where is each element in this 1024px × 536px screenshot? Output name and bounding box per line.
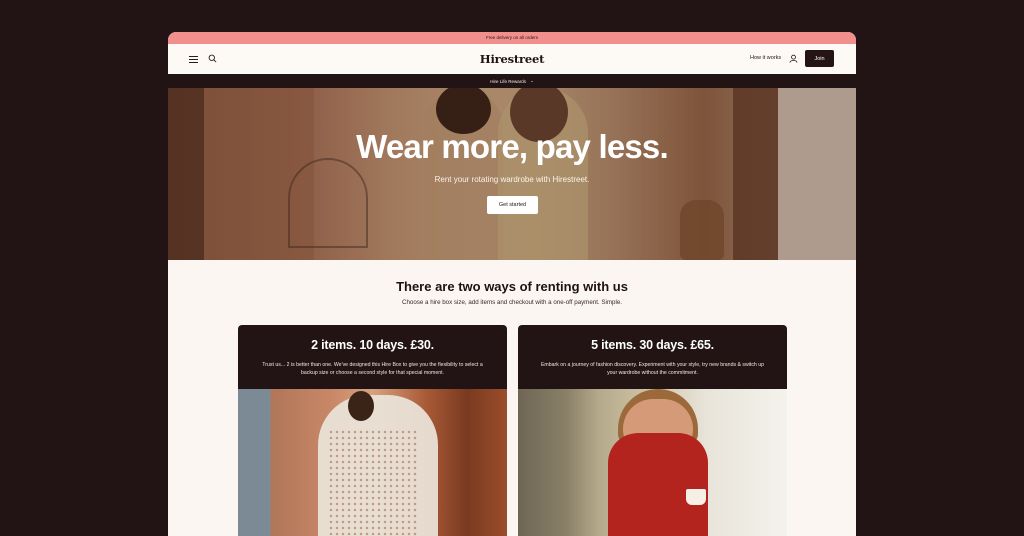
photo-cup: [686, 489, 706, 505]
promo-text: Free delivery on all orders: [485, 35, 539, 40]
photo-model-red-dress: [608, 433, 708, 536]
card-photo: [518, 389, 787, 536]
card-header: 5 items. 30 days. £65. Embark on a journ…: [518, 325, 787, 389]
section-title: There are two ways of renting with us: [396, 279, 628, 294]
chevron-down-icon: ⌄: [529, 78, 534, 83]
rewards-subnav[interactable]: Hire Life Rewards ⌄: [168, 74, 856, 88]
card-description: Embark on a journey of fashion discovery…: [540, 362, 765, 376]
hero-title: Wear more, pay less.: [356, 128, 669, 165]
user-icon[interactable]: [789, 54, 798, 63]
card-title: 5 items. 30 days. £65.: [591, 338, 714, 352]
hero-overlay: [168, 88, 856, 260]
hire-box-card-2-items[interactable]: 2 items. 10 days. £30. Trust us... 2 is …: [238, 325, 507, 536]
get-started-button[interactable]: Get started: [487, 196, 538, 214]
hire-box-card-5-items[interactable]: 5 items. 30 days. £65. Embark on a journ…: [518, 325, 787, 536]
promo-banner: Free delivery on all orders: [168, 32, 856, 44]
site-header: Hirestreet How it works Join: [168, 44, 856, 74]
photo-dress-pattern: [328, 429, 418, 536]
hero-subtitle: Rent your rotating wardrobe with Hirestr…: [434, 175, 590, 184]
section-subtitle: Choose a hire box size, add items and ch…: [401, 299, 622, 306]
card-header: 2 items. 10 days. £30. Trust us... 2 is …: [238, 325, 507, 389]
photo-model-head: [348, 391, 374, 421]
rewards-label: Hire Life Rewards: [490, 78, 526, 84]
card-photo: [238, 389, 507, 536]
card-description: Trust us... 2 is better than one. We've …: [262, 362, 483, 376]
hero-banner: Wear more, pay less. Rent your rotating …: [168, 88, 856, 260]
join-button[interactable]: Join: [805, 50, 834, 67]
card-title: 2 items. 10 days. £30.: [311, 338, 434, 352]
how-it-works-link[interactable]: How it works: [750, 55, 781, 61]
